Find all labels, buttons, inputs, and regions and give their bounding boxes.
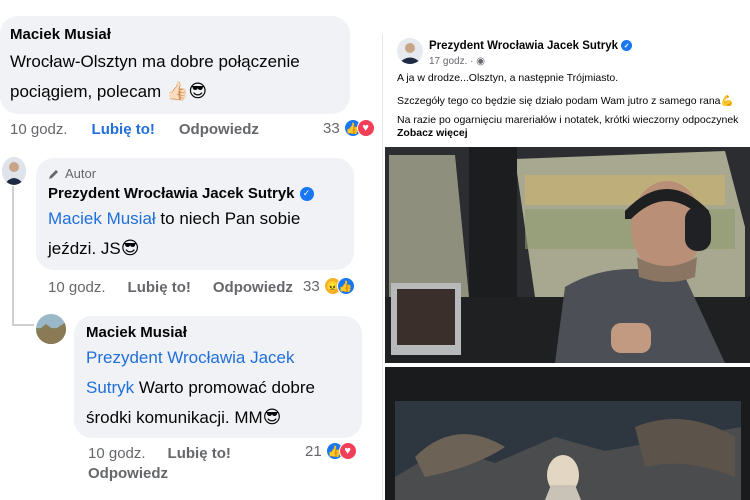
post-author[interactable]: Prezydent Wrocławia Jacek Sutryk ✓: [429, 40, 633, 52]
like-button[interactable]: Lubię to!: [168, 444, 231, 464]
reply-actions: 10 godz. Lubię to! Odpowiedz: [48, 279, 293, 296]
screen-photo: [385, 367, 750, 500]
reply-author[interactable]: Maciek Musiał: [86, 324, 350, 341]
avatar-landscape-icon: [36, 314, 66, 344]
reply-text: Maciek Musiał to niech Pan sobie jeździ.…: [48, 209, 301, 259]
comment-text: Wrocław-Olsztyn ma dobre połączenie poci…: [10, 52, 300, 102]
post-card: Prezydent Wrocławia Jacek Sutryk ✓ 17 go…: [382, 34, 750, 500]
avatar-sutryk-icon: [397, 38, 423, 64]
mention-link[interactable]: Maciek Musiał: [48, 209, 156, 228]
comment-thread: Maciek Musiał Wrocław-Olsztyn ma dobre p…: [0, 0, 380, 500]
reaction-count: 33: [303, 277, 320, 295]
thread-connector: [12, 324, 34, 326]
reaction-count: 33: [323, 119, 340, 137]
globe-icon: · ◉: [470, 56, 485, 67]
mention-link[interactable]: Sutryk: [86, 378, 134, 397]
car-interior-photo: [385, 147, 750, 363]
reply-actions: 10 godz. Lubię to! Odpowiedz: [88, 444, 268, 484]
thread-connector: [12, 186, 14, 326]
reply-button[interactable]: Odpowiedz: [88, 464, 268, 484]
reaction-summary[interactable]: 33 😠 👍: [303, 277, 355, 295]
post-photo-car[interactable]: [385, 147, 750, 363]
reply-text: Prezydent Wrocławia Jacek Sutryk Warto p…: [86, 348, 315, 428]
reply-button[interactable]: Odpowiedz: [179, 121, 259, 138]
heart-icon: ♥: [356, 119, 375, 137]
reply-bubble: Maciek Musiał Prezydent Wrocławia Jacek …: [74, 316, 362, 438]
post-photo-screen[interactable]: [385, 367, 750, 500]
reply-time[interactable]: 10 godz.: [88, 444, 146, 464]
reply-bubble: Autor Prezydent Wrocławia Jacek Sutryk ✓…: [36, 158, 354, 270]
verified-badge-icon: ✓: [621, 40, 633, 52]
sunglasses-emoji: 😎: [262, 407, 282, 428]
avatar[interactable]: [36, 314, 66, 344]
reply-button[interactable]: Odpowiedz: [213, 279, 293, 296]
post-text-line: A ja w drodze...Olsztyn, a następnie Tró…: [397, 72, 619, 84]
post-text-line: Szczegóły tego co będzie się działo poda…: [397, 95, 734, 107]
post-meta[interactable]: 17 godz. · ◉: [429, 56, 485, 67]
author-badge: Autor: [48, 166, 342, 181]
flexed-biceps-emoji: 💪: [720, 95, 734, 107]
avatar-sutryk-icon: [2, 157, 26, 185]
comment-time[interactable]: 10 godz.: [10, 121, 68, 138]
comment-actions: 10 godz. Lubię to! Odpowiedz: [10, 121, 259, 138]
verified-badge-icon: ✓: [299, 186, 314, 201]
reaction-summary[interactable]: 21 👍 ♥: [305, 442, 357, 460]
mention-link[interactable]: Prezydent Wrocławia Jacek: [86, 348, 295, 367]
avatar[interactable]: [2, 157, 26, 185]
sunglasses-emoji: 😎: [120, 238, 140, 259]
pencil-icon: [48, 168, 60, 180]
see-more-link[interactable]: Zobacz więcej: [397, 127, 468, 139]
reply-author[interactable]: Prezydent Wrocławia Jacek Sutryk: [48, 185, 295, 202]
comment-author[interactable]: Maciek Musiał: [10, 26, 340, 43]
comment-bubble: Maciek Musiał Wrocław-Olsztyn ma dobre p…: [0, 16, 350, 114]
post-avatar[interactable]: [397, 38, 423, 69]
like-button[interactable]: Lubię to!: [128, 279, 191, 296]
heart-icon: ♥: [338, 442, 357, 460]
like-button[interactable]: Lubię to!: [92, 121, 155, 138]
like-icon: 👍: [336, 277, 355, 295]
reply-time[interactable]: 10 godz.: [48, 279, 106, 296]
post-text-line: Na razie po ogarnięciu mareriałów i nota…: [397, 114, 739, 126]
reaction-summary[interactable]: 33 👍 ♥: [323, 119, 375, 137]
reaction-count: 21: [305, 442, 322, 460]
thumbs-up-sunglasses-emoji: 👍🏻😎: [165, 81, 208, 102]
